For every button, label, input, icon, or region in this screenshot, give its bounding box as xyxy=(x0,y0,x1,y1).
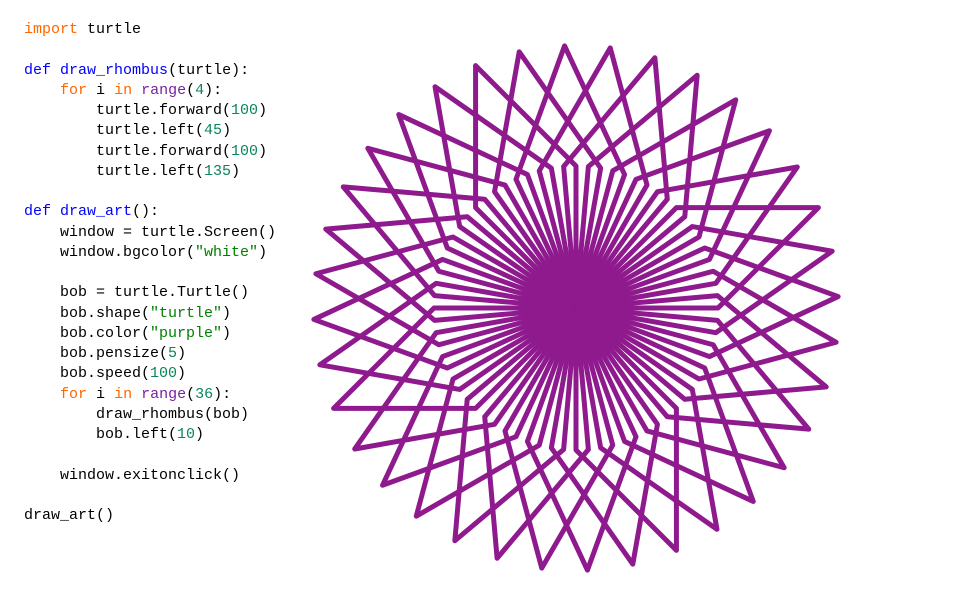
keyword-for: for xyxy=(60,386,87,403)
builtin-range: range xyxy=(141,82,186,99)
code-block: import turtle def draw_rhombus(turtle): … xyxy=(0,0,276,607)
literal-number: 100 xyxy=(150,365,177,382)
stmt: turtle.left( xyxy=(96,122,204,139)
function-name: draw_art xyxy=(60,203,132,220)
keyword-in: in xyxy=(114,386,132,403)
stmt: turtle.left( xyxy=(96,163,204,180)
loop-var: i xyxy=(96,82,105,99)
stmt: bob.shape( xyxy=(60,305,150,322)
literal-number: 100 xyxy=(231,143,258,160)
literal-number: 45 xyxy=(204,122,222,139)
literal-string: "white" xyxy=(195,244,258,261)
literal-number: 5 xyxy=(168,345,177,362)
turtle-canvas xyxy=(276,0,957,607)
keyword-def: def xyxy=(24,62,51,79)
stmt: window.bgcolor( xyxy=(60,244,195,261)
loop-var: i xyxy=(96,386,105,403)
stmt: draw_art() xyxy=(24,507,114,524)
literal-number: 10 xyxy=(177,426,195,443)
stmt: window.exitonclick() xyxy=(60,467,240,484)
stmt: bob.pensize( xyxy=(60,345,168,362)
module-name: turtle xyxy=(87,21,141,38)
stmt: bob.speed( xyxy=(60,365,150,382)
literal-number: 100 xyxy=(231,102,258,119)
literal-string: "purple" xyxy=(150,325,222,342)
stmt: draw_rhombus(bob) xyxy=(96,406,249,423)
literal-number: 135 xyxy=(204,163,231,180)
literal-string: "turtle" xyxy=(150,305,222,322)
keyword-in: in xyxy=(114,82,132,99)
stmt: turtle.forward( xyxy=(96,143,231,160)
keyword-for: for xyxy=(60,82,87,99)
literal-number: 36 xyxy=(195,386,213,403)
stmt: bob = turtle.Turtle() xyxy=(60,284,249,301)
keyword-def: def xyxy=(24,203,51,220)
builtin-range: range xyxy=(141,386,186,403)
rhombus-spiral-graphic xyxy=(296,8,876,598)
stmt: window = turtle.Screen() xyxy=(60,224,276,241)
keyword-import: import xyxy=(24,21,78,38)
param: turtle xyxy=(177,62,231,79)
function-name: draw_rhombus xyxy=(60,62,168,79)
literal-number: 4 xyxy=(195,82,204,99)
stmt: turtle.forward( xyxy=(96,102,231,119)
stmt: bob.left( xyxy=(96,426,177,443)
stmt: bob.color( xyxy=(60,325,150,342)
